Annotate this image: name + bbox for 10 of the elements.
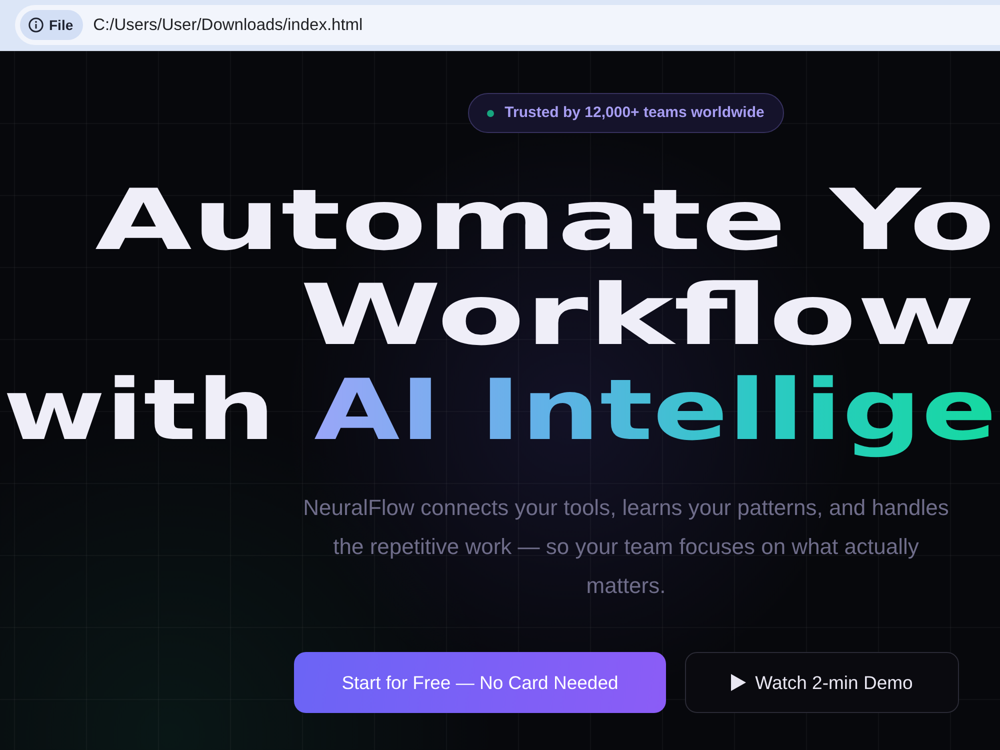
site-info-button[interactable]: File (20, 10, 84, 40)
url-text[interactable]: C:/Users/User/Downloads/index.html (93, 12, 363, 38)
play-icon (731, 674, 746, 691)
info-icon (28, 17, 44, 33)
badge-text: Trusted by 12,000+ teams worldwide (504, 102, 764, 123)
watch-demo-button[interactable]: Watch 2-min Demo (685, 652, 959, 713)
hero-headline: Automate Yo Workflow with AI Intellige (2, 173, 998, 458)
start-free-button[interactable]: Start for Free — No Card Needed (294, 652, 666, 713)
status-dot-icon (486, 110, 494, 116)
hero-subtitle: NeuralFlow connects your tools, learns your patterns, and handles the repetitive work — so your team focuses on what actually matters. (302, 494, 950, 600)
